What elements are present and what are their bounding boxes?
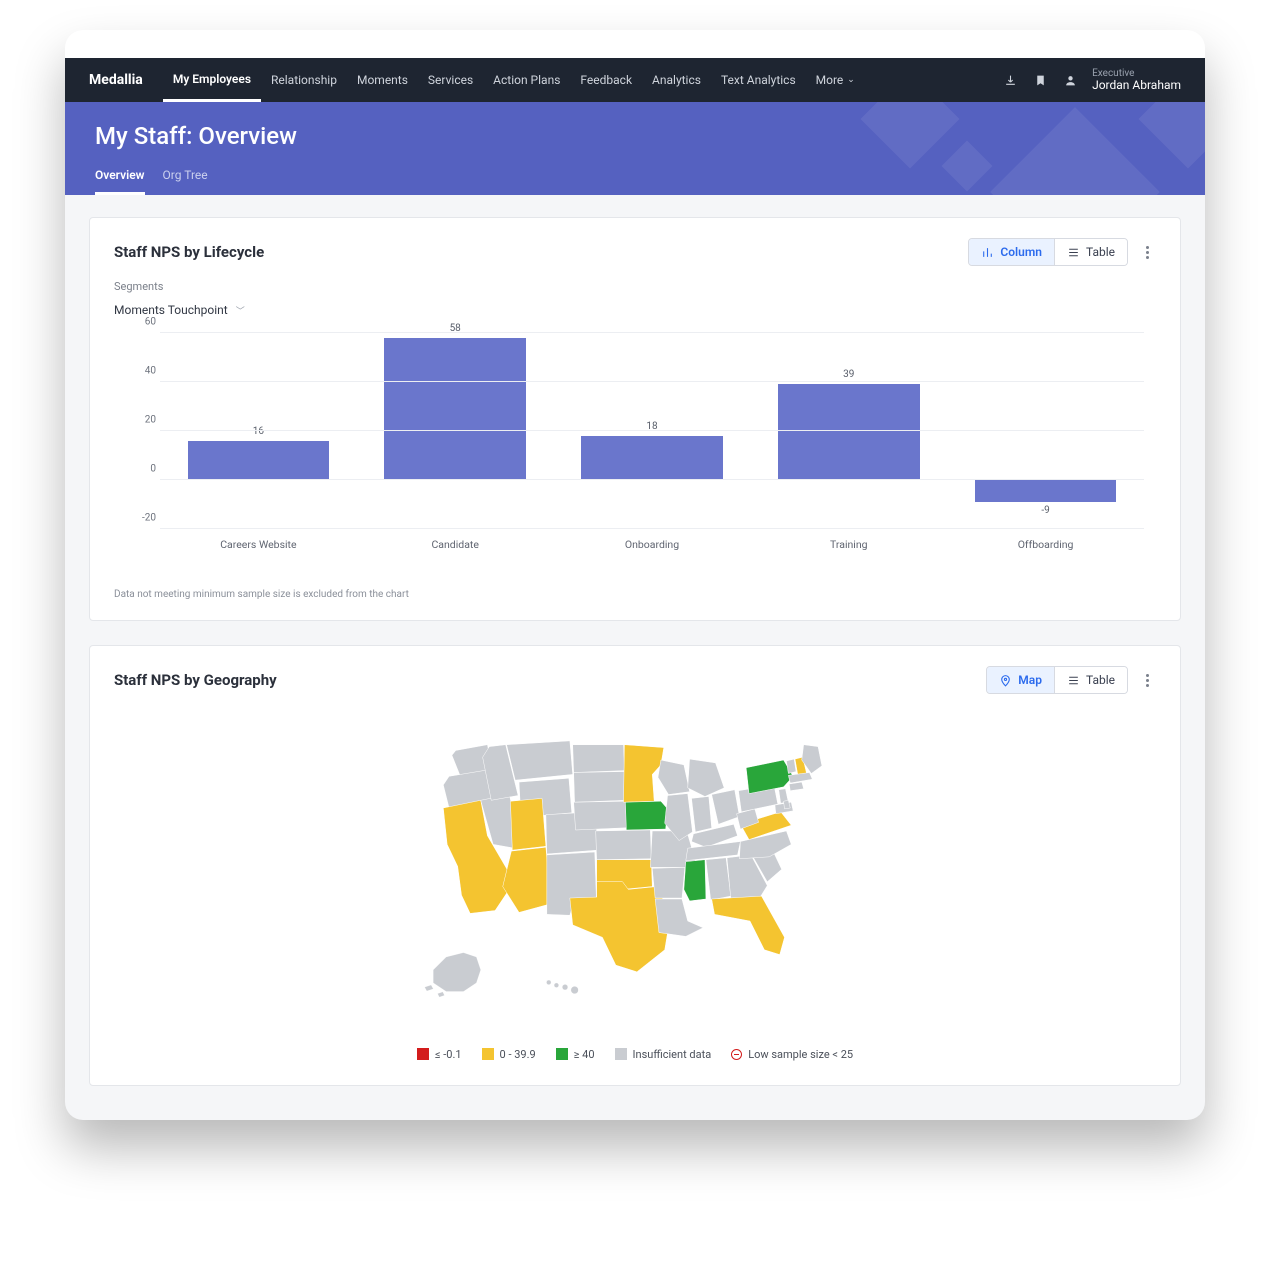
nav-more[interactable]: More⌄ (806, 58, 865, 102)
card-nps-geography: Staff NPS by Geography Map Table (89, 645, 1181, 1086)
card-nps-lifecycle: Staff NPS by Lifecycle Column Table (89, 217, 1181, 621)
x-label: Training (830, 538, 868, 551)
bar-value: -9 (1041, 505, 1049, 516)
legend-item: 0 - 39.9 (482, 1048, 536, 1061)
bar-training[interactable]: 39Training (750, 333, 947, 529)
bar-chart: 16Careers Website58Candidate18Onboarding… (132, 329, 1156, 559)
view-toggle: Column Table (968, 238, 1128, 266)
y-tick: 40 (130, 366, 156, 377)
state-ny[interactable] (746, 760, 793, 794)
chevron-down-icon: ﹀ (236, 304, 245, 317)
tab-org-tree[interactable]: Org Tree (163, 168, 208, 195)
tab-overview[interactable]: Overview (95, 168, 145, 195)
nav-moments[interactable]: Moments (347, 58, 418, 102)
card-menu-icon[interactable] (1138, 671, 1156, 689)
state-ia[interactable] (625, 801, 667, 830)
bar-careers-website[interactable]: 16Careers Website (160, 333, 357, 529)
nav-relationship[interactable]: Relationship (261, 58, 347, 102)
legend-item: ≤ -0.1 (417, 1048, 462, 1061)
x-label: Candidate (431, 538, 478, 551)
y-tick: 20 (130, 415, 156, 426)
table-icon (1067, 246, 1080, 259)
legend-item: Insufficient data (615, 1048, 712, 1061)
y-tick: 60 (130, 317, 156, 328)
state-az[interactable] (503, 847, 551, 912)
nav-feedback[interactable]: Feedback (570, 58, 642, 102)
user-name: Jordan Abraham (1092, 79, 1181, 92)
state-mt[interactable] (507, 741, 573, 780)
toggle-map[interactable]: Map (987, 667, 1054, 693)
state-de[interactable] (784, 800, 791, 809)
table-icon (1067, 674, 1080, 687)
nav-action-plans[interactable]: Action Plans (483, 58, 570, 102)
nav-text-analytics[interactable]: Text Analytics (711, 58, 806, 102)
page-banner: My Staff: Overview Overview Org Tree (65, 102, 1205, 195)
toggle-column[interactable]: Column (969, 239, 1054, 265)
swatch-red (417, 1048, 429, 1060)
state-ct[interactable] (789, 782, 803, 791)
state-mn[interactable] (624, 745, 664, 803)
card-title: Staff NPS by Geography (114, 671, 277, 689)
legend-item: Low sample size < 25 (731, 1048, 853, 1061)
user-icon[interactable] (1062, 72, 1078, 88)
top-nav: Medallia My EmployeesRelationshipMoments… (65, 58, 1205, 102)
chevron-down-icon: ⌄ (847, 75, 855, 85)
card-title: Staff NPS by Lifecycle (114, 243, 264, 261)
map-pin-icon (999, 674, 1012, 687)
bar-onboarding[interactable]: 18Onboarding (554, 333, 751, 529)
view-toggle: Map Table (986, 666, 1128, 694)
chart-footnote: Data not meeting minimum sample size is … (114, 589, 1156, 600)
state-oh[interactable] (712, 790, 740, 825)
state-nd[interactable] (573, 745, 625, 773)
state-ak[interactable] (425, 953, 481, 997)
nav-analytics[interactable]: Analytics (642, 58, 711, 102)
download-icon[interactable] (1002, 72, 1018, 88)
bar-value: 16 (253, 426, 264, 437)
x-label: Onboarding (625, 538, 679, 551)
state-mi[interactable] (688, 759, 724, 796)
state-sd[interactable] (574, 772, 626, 803)
state-in[interactable] (692, 796, 712, 831)
state-vt[interactable] (786, 759, 796, 773)
column-chart-icon (981, 246, 994, 259)
page-title: My Staff: Overview (95, 122, 1175, 150)
card-menu-icon[interactable] (1138, 243, 1156, 261)
state-fl[interactable] (712, 896, 785, 954)
x-label: Offboarding (1018, 538, 1074, 551)
user-block[interactable]: Executive Jordan Abraham (1092, 68, 1181, 92)
toggle-table[interactable]: Table (1054, 239, 1127, 265)
swatch-gray (615, 1048, 627, 1060)
legend-item: ≥ 40 (556, 1048, 595, 1061)
us-map[interactable] (405, 738, 865, 1026)
y-tick: -20 (130, 513, 156, 524)
state-al[interactable] (706, 858, 731, 900)
x-label: Careers Website (220, 538, 296, 551)
nav-my-employees[interactable]: My Employees (163, 58, 261, 102)
state-ut[interactable] (510, 798, 545, 850)
map-legend: ≤ -0.1 0 - 39.9 ≥ 40 Insufficient data Low s… (114, 1040, 1156, 1065)
bar-value: 39 (843, 369, 854, 380)
state-hi[interactable] (546, 980, 551, 985)
swatch-green (556, 1048, 568, 1060)
bookmark-icon[interactable] (1032, 72, 1048, 88)
state-la[interactable] (655, 899, 703, 936)
brand-logo: Medallia (89, 72, 143, 88)
swatch-yellow (482, 1048, 494, 1060)
state-wi[interactable] (658, 760, 690, 795)
low-sample-icon (731, 1049, 742, 1060)
state-ms[interactable] (684, 860, 706, 901)
bar-candidate[interactable]: 58Candidate (357, 333, 554, 529)
bar-offboarding[interactable]: -9Offboarding (947, 333, 1144, 529)
segments-label: Segments (114, 280, 1156, 293)
toggle-table[interactable]: Table (1054, 667, 1127, 693)
state-ks[interactable] (596, 830, 652, 860)
nav-services[interactable]: Services (418, 58, 483, 102)
y-tick: 0 (130, 464, 156, 475)
state-ar[interactable] (652, 867, 685, 898)
